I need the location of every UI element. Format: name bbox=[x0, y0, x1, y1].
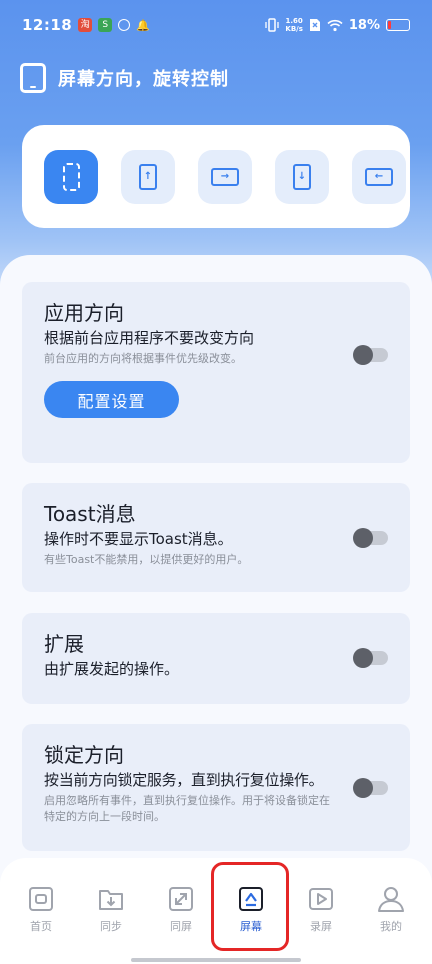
bottom-navigation: 首页 同步 同屏 屏幕 录屏 我的 bbox=[0, 858, 432, 964]
lock-orientation-subtitle: 按当前方向锁定服务，直到执行复位操作。 bbox=[44, 771, 324, 789]
lock-orientation-toggle[interactable] bbox=[353, 778, 388, 798]
orientation-reverse-portrait-button[interactable]: ↓ bbox=[275, 149, 329, 204]
nav-sync-label: 同步 bbox=[100, 920, 122, 933]
status-bar: 12:18 淘 S 🔔 1.60 KB/s 18% bbox=[0, 0, 432, 50]
folder-download-icon bbox=[96, 884, 126, 914]
toast-card: Toast消息 操作时不要显示Toast消息。 有些Toast不能禁用，以提供更… bbox=[22, 483, 410, 592]
sync-icon bbox=[118, 19, 131, 31]
user-icon bbox=[376, 884, 406, 914]
app-orientation-card: 应用方向 根据前台应用程序不要改变方向 前台应用的方向将根据事件优先级改变。 配… bbox=[22, 282, 410, 463]
orientation-selector: ↑ → ↓ ← bbox=[22, 125, 410, 228]
toggle-knob bbox=[353, 345, 373, 365]
nav-sync[interactable]: 同步 bbox=[81, 884, 141, 964]
orientation-portrait-button[interactable]: ↑ bbox=[121, 149, 175, 204]
wifi-icon bbox=[327, 19, 343, 31]
extension-title: 扩展 bbox=[44, 632, 84, 656]
extension-card: 扩展 由扩展发起的操作。 bbox=[22, 613, 410, 704]
home-indicator[interactable] bbox=[131, 958, 301, 962]
nav-home-label: 首页 bbox=[30, 920, 52, 933]
clock: 12:18 bbox=[22, 16, 73, 34]
extension-subtitle: 由扩展发起的操作。 bbox=[44, 660, 180, 678]
page-title: 屏幕方向，旋转控制 bbox=[58, 69, 229, 90]
landscape-icon: → bbox=[211, 167, 239, 186]
nav-record[interactable]: 录屏 bbox=[291, 884, 351, 964]
lock-orientation-title: 锁定方向 bbox=[44, 743, 124, 767]
battery-level bbox=[388, 21, 391, 29]
extension-toggle[interactable] bbox=[353, 648, 388, 668]
home-icon bbox=[26, 884, 56, 914]
nav-home[interactable]: 首页 bbox=[11, 884, 71, 964]
taobao-icon: 淘 bbox=[78, 18, 93, 32]
expand-icon bbox=[166, 884, 196, 914]
lock-orientation-note-2: 特定的方向上一段时间。 bbox=[44, 810, 165, 823]
network-speed-value: 1.60 bbox=[285, 17, 303, 25]
toast-title: Toast消息 bbox=[44, 502, 136, 526]
nav-mirror-label: 同屏 bbox=[170, 920, 192, 933]
nav-profile[interactable]: 我的 bbox=[361, 884, 421, 964]
battery-percent: 18% bbox=[348, 17, 380, 33]
battery-icon bbox=[386, 19, 410, 31]
reverse-landscape-icon: ← bbox=[365, 167, 393, 186]
toggle-knob bbox=[353, 528, 373, 548]
toggle-knob bbox=[353, 778, 373, 798]
network-speed-unit: KB/s bbox=[285, 25, 303, 33]
lock-orientation-card: 锁定方向 按当前方向锁定服务，直到执行复位操作。 启用忽略所有事件，直到执行复位… bbox=[22, 724, 410, 851]
nav-screen-label: 屏幕 bbox=[240, 920, 262, 933]
play-icon bbox=[306, 884, 336, 914]
orientation-landscape-button[interactable]: → bbox=[198, 149, 252, 204]
orientation-reverse-landscape-button[interactable]: ← bbox=[352, 149, 406, 204]
toggle-knob bbox=[353, 648, 373, 668]
reverse-portrait-icon: ↓ bbox=[293, 163, 311, 190]
toast-toggle[interactable] bbox=[353, 528, 388, 548]
app-notification-icon: S bbox=[98, 18, 113, 32]
toast-subtitle: 操作时不要显示Toast消息。 bbox=[44, 530, 233, 548]
app-orientation-title: 应用方向 bbox=[44, 301, 124, 325]
network-speed: 1.60 KB/s bbox=[285, 17, 302, 33]
auto-rotate-icon bbox=[62, 162, 80, 191]
bell-icon: 🔔 bbox=[136, 18, 150, 32]
app-orientation-subtitle: 根据前台应用程序不要改变方向 bbox=[44, 329, 255, 347]
nav-screen[interactable]: 屏幕 bbox=[221, 884, 281, 964]
app-orientation-toggle[interactable] bbox=[353, 345, 388, 365]
nav-mirror[interactable]: 同屏 bbox=[151, 884, 211, 964]
orientation-auto-button[interactable] bbox=[44, 149, 98, 204]
portrait-icon: ↑ bbox=[139, 163, 157, 190]
phone-outline-icon bbox=[20, 63, 46, 93]
nav-profile-label: 我的 bbox=[380, 920, 402, 933]
toast-note: 有些Toast不能禁用，以提供更好的用户。 bbox=[44, 553, 249, 566]
page-header: 屏幕方向，旋转控制 bbox=[20, 62, 229, 94]
app-orientation-note: 前台应用的方向将根据事件优先级改变。 bbox=[44, 352, 242, 365]
nav-record-label: 录屏 bbox=[310, 920, 332, 933]
lock-orientation-note-1: 启用忽略所有事件，直到执行复位操作。用于将设备锁定在 bbox=[44, 794, 330, 807]
sim-icon bbox=[309, 19, 320, 31]
vibrate-icon bbox=[265, 18, 280, 32]
screen-icon bbox=[236, 884, 266, 914]
config-settings-button[interactable]: 配置设置 bbox=[44, 381, 179, 418]
